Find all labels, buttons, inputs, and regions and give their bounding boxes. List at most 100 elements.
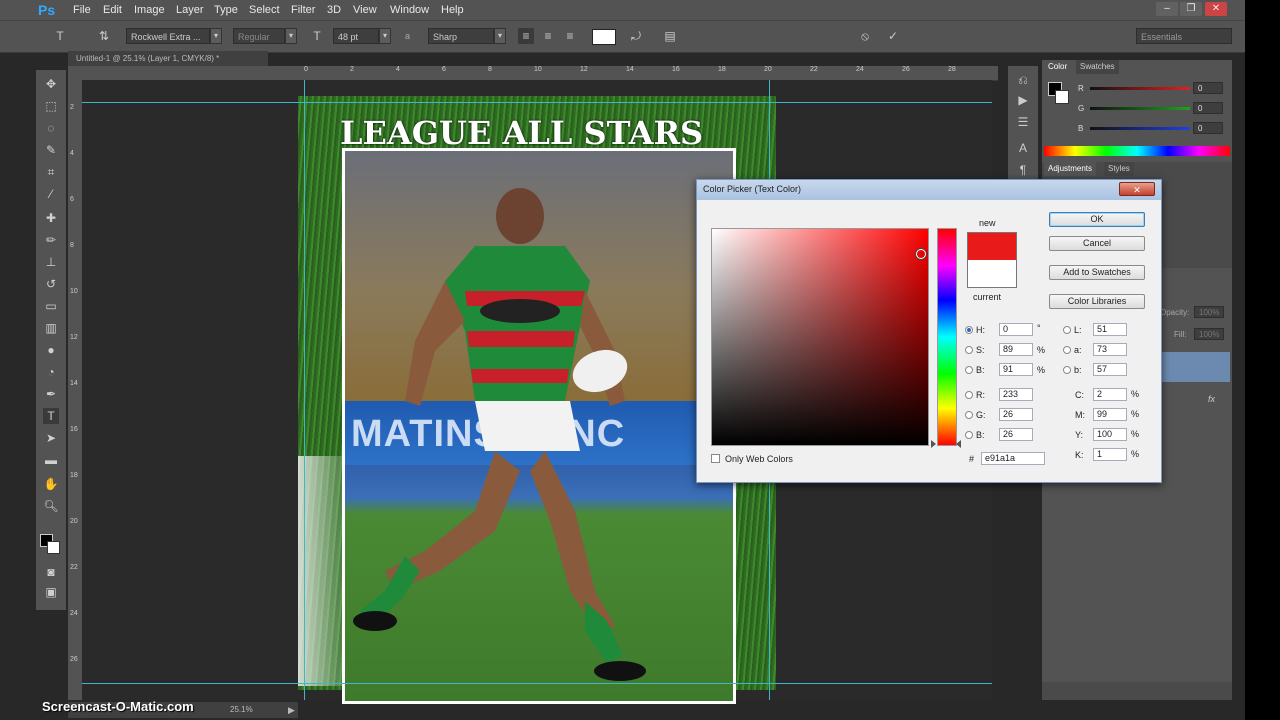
slider-r-value[interactable]: 0 — [1193, 82, 1223, 94]
font-family-select[interactable]: Rockwell Extra ... — [126, 28, 210, 44]
font-style-dropdown-icon[interactable]: ▾ — [285, 28, 297, 44]
commit-edits-icon[interactable]: ✓ — [885, 28, 901, 44]
slider-g-value[interactable]: 0 — [1193, 102, 1223, 114]
blue-input[interactable]: 26 — [999, 428, 1033, 441]
type-tool-preset-icon[interactable]: T — [52, 28, 68, 44]
actions-panel-icon[interactable]: ▶ — [1015, 92, 1031, 108]
history-brush-tool-icon[interactable]: ↺ — [43, 276, 59, 292]
h-input[interactable]: 0 — [999, 323, 1033, 336]
minimize-icon[interactable]: – — [1156, 2, 1178, 16]
layer-row-selected[interactable] — [1162, 352, 1230, 382]
align-left-icon[interactable]: ≡ — [518, 28, 534, 44]
quick-mask-icon[interactable]: ◙ — [43, 564, 59, 580]
document-title-text[interactable]: LEAGUE ALL STARS — [340, 114, 760, 154]
antialias-dropdown-icon[interactable]: ▾ — [494, 28, 506, 44]
ok-button[interactable]: OK — [1049, 212, 1145, 227]
close-window-icon[interactable]: ✕ — [1205, 2, 1227, 16]
menu-3d[interactable]: 3D — [327, 0, 341, 20]
k-input[interactable]: 1 — [1093, 448, 1127, 461]
a-input[interactable]: 73 — [1093, 343, 1127, 356]
radio-blue[interactable] — [965, 431, 973, 439]
cancel-button[interactable]: Cancel — [1049, 236, 1145, 251]
font-size-input[interactable]: 48 pt — [333, 28, 379, 44]
lab-b-input[interactable]: 57 — [1093, 363, 1127, 376]
status-arrow-icon[interactable]: ▶ — [288, 702, 295, 718]
layer-effects-icon[interactable]: fx — [1208, 394, 1215, 404]
opacity-input[interactable]: 100% — [1194, 306, 1224, 318]
zoom-level[interactable]: 25.1% — [230, 702, 253, 718]
panel-background-swatch[interactable] — [1055, 90, 1069, 104]
tab-color[interactable]: Color — [1044, 60, 1072, 74]
hue-arrow-left-icon[interactable] — [931, 440, 936, 448]
menu-edit[interactable]: Edit — [103, 0, 122, 20]
menu-layer[interactable]: Layer — [176, 0, 204, 20]
g-input[interactable]: 26 — [999, 408, 1033, 421]
toggle-text-orientation-icon[interactable]: ⇅ — [96, 28, 112, 44]
clone-stamp-tool-icon[interactable]: ⊥ — [43, 254, 59, 270]
align-center-icon[interactable]: ≡ — [540, 28, 556, 44]
menu-file[interactable]: File — [73, 0, 91, 20]
font-size-dropdown-icon[interactable]: ▾ — [379, 28, 391, 44]
restore-icon[interactable]: ❐ — [1180, 2, 1202, 16]
move-tool-icon[interactable]: ✥ — [43, 76, 59, 92]
zoom-tool-icon[interactable]: 🔍︎ — [43, 498, 59, 514]
hex-input[interactable]: e91a1a — [981, 452, 1045, 465]
brush-tool-icon[interactable]: ✏ — [43, 232, 59, 248]
menu-type[interactable]: Type — [214, 0, 238, 20]
marquee-tool-icon[interactable]: ⬚ — [43, 98, 59, 114]
radio-a[interactable] — [1063, 346, 1071, 354]
cancel-edits-icon[interactable]: ⦸ — [857, 28, 873, 44]
properties-panel-icon[interactable]: ☰ — [1015, 114, 1031, 130]
color-selection-marker[interactable] — [916, 249, 926, 259]
menu-help[interactable]: Help — [441, 0, 464, 20]
background-color-swatch[interactable] — [47, 541, 60, 554]
tab-styles[interactable]: Styles — [1104, 162, 1134, 176]
dialog-close-button[interactable]: ✕ — [1119, 182, 1155, 196]
character-panel-icon[interactable]: ▤ — [662, 28, 678, 44]
rectangle-tool-icon[interactable]: ▬ — [43, 452, 59, 468]
fill-input[interactable]: 100% — [1194, 328, 1224, 340]
menu-filter[interactable]: Filter — [291, 0, 315, 20]
radio-b[interactable] — [965, 366, 973, 374]
b-input[interactable]: 91 — [999, 363, 1033, 376]
history-panel-icon[interactable]: ⎌ — [1015, 72, 1031, 88]
type-tool-icon[interactable]: T — [43, 408, 59, 424]
radio-lab-b[interactable] — [1063, 366, 1071, 374]
font-family-dropdown-icon[interactable]: ▾ — [210, 28, 222, 44]
healing-brush-tool-icon[interactable]: ✚ — [43, 210, 59, 226]
only-web-colors-checkbox[interactable] — [711, 454, 720, 463]
slider-b-value[interactable]: 0 — [1193, 122, 1223, 134]
dialog-titlebar[interactable]: Color Picker (Text Color) ✕ — [697, 180, 1161, 200]
current-color-swatch[interactable] — [967, 260, 1017, 288]
menu-view[interactable]: View — [353, 0, 377, 20]
eraser-tool-icon[interactable]: ▭ — [43, 298, 59, 314]
dodge-tool-icon[interactable]: ◔ — [43, 364, 59, 380]
menu-image[interactable]: Image — [134, 0, 165, 20]
menu-select[interactable]: Select — [249, 0, 280, 20]
radio-l[interactable] — [1063, 326, 1071, 334]
slider-b-track[interactable] — [1090, 127, 1190, 130]
m-input[interactable]: 99 — [1093, 408, 1127, 421]
color-spectrum-ramp[interactable] — [1044, 146, 1230, 156]
pen-tool-icon[interactable]: ✒ — [43, 386, 59, 402]
eyedropper-tool-icon[interactable]: ⁄ — [43, 186, 59, 202]
paragraph-panel-icon[interactable]: ¶ — [1015, 162, 1031, 178]
crop-tool-icon[interactable]: ⌗ — [43, 164, 59, 180]
antialias-select[interactable]: Sharp — [428, 28, 494, 44]
screen-mode-icon[interactable]: ▣ — [43, 584, 59, 600]
menu-window[interactable]: Window — [390, 0, 429, 20]
tab-swatches[interactable]: Swatches — [1076, 60, 1119, 74]
hand-tool-icon[interactable]: ✋ — [43, 476, 59, 492]
s-input[interactable]: 89 — [999, 343, 1033, 356]
lasso-tool-icon[interactable]: ◌ — [43, 120, 59, 136]
align-right-icon[interactable]: ≡ — [562, 28, 578, 44]
slider-g-track[interactable] — [1090, 107, 1190, 110]
hue-arrow-right-icon[interactable] — [956, 440, 961, 448]
quick-select-tool-icon[interactable]: ✎ — [43, 142, 59, 158]
add-to-swatches-button[interactable]: Add to Swatches — [1049, 265, 1145, 280]
blur-tool-icon[interactable]: ● — [43, 342, 59, 358]
radio-g[interactable] — [965, 411, 973, 419]
color-libraries-button[interactable]: Color Libraries — [1049, 294, 1145, 309]
document-tab[interactable]: Untitled-1 @ 25.1% (Layer 1, CMYK/8) * — [68, 51, 268, 66]
radio-s[interactable] — [965, 346, 973, 354]
